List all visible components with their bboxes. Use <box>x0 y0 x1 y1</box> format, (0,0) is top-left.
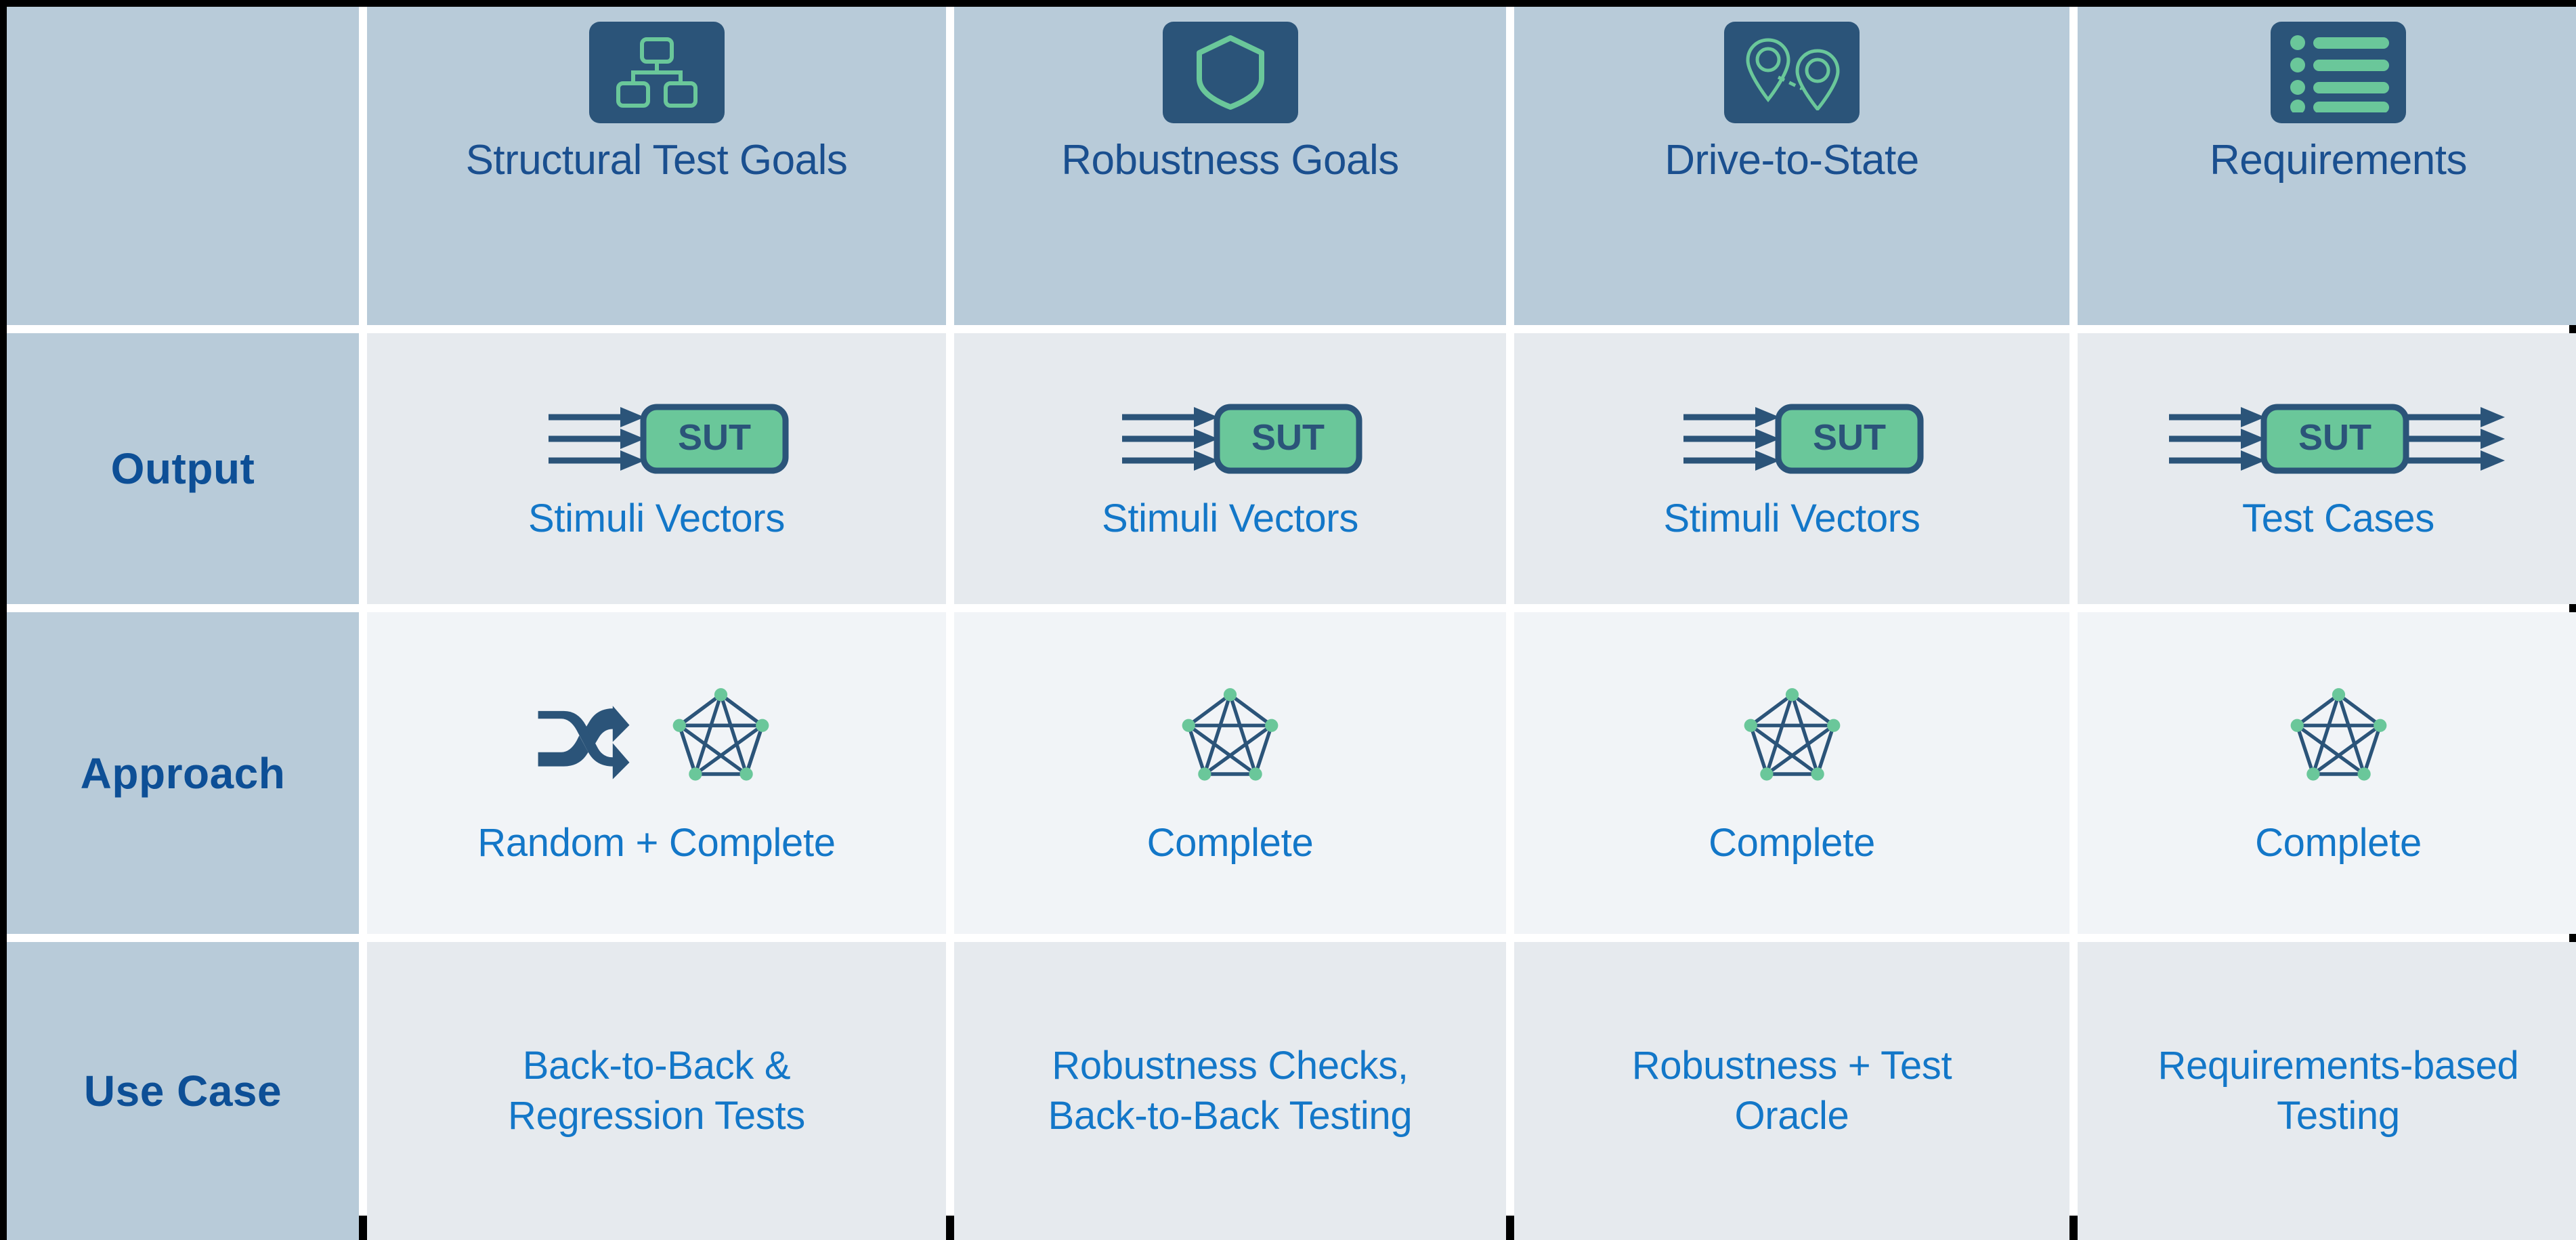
column-header-requirements: Requirements <box>2078 7 2576 325</box>
shuffle-icon <box>533 702 635 784</box>
svg-text:SUT: SUT <box>678 417 751 458</box>
row-label-text: Use Case <box>83 1067 282 1115</box>
row-label-text: Approach <box>80 748 286 798</box>
cell-use-case-drive-to-state: Robustness + Test Oracle <box>1514 942 2069 1240</box>
cell-output-robustness: SUT Stimuli Vectors <box>954 333 1506 604</box>
row-label-output: Output <box>7 333 359 604</box>
matrix-corner-cell <box>7 7 359 325</box>
comparison-matrix: Structural Test Goals Robustness Goals D… <box>0 0 2576 1240</box>
sut-block-io-icon: SUT <box>2155 395 2521 483</box>
cell-use-case-structural: Back-to-Back & Regression Tests <box>367 942 946 1240</box>
complete-graph-icon <box>1733 684 1851 803</box>
column-header-drive-to-state: Drive-to-State <box>1514 7 2069 325</box>
approach-caption: Complete <box>2255 821 2422 865</box>
cell-output-structural: SUT Stimuli Vectors <box>367 333 946 604</box>
sut-block-icon: SUT <box>1088 395 1373 483</box>
use-case-caption: Robustness Checks, Back-to-Back Testing <box>1048 1043 1413 1138</box>
approach-caption: Complete <box>1146 821 1314 865</box>
shield-icon <box>1162 22 1298 123</box>
column-header-robustness-goals: Robustness Goals <box>954 7 1506 325</box>
bullet-list-icon <box>2271 22 2406 123</box>
output-caption: Test Cases <box>2242 496 2434 540</box>
cell-use-case-robustness: Robustness Checks, Back-to-Back Testing <box>954 942 1506 1240</box>
complete-graph-icon <box>2279 684 2398 803</box>
column-header-label: Robustness Goals <box>1061 137 1399 184</box>
sut-block-icon: SUT <box>1650 395 1934 483</box>
output-caption: Stimuli Vectors <box>1101 496 1359 540</box>
cell-approach-robustness: Complete <box>954 612 1506 934</box>
cell-approach-structural: Random + Complete <box>367 612 946 934</box>
cell-output-drive-to-state: SUT Stimuli Vectors <box>1514 333 2069 604</box>
output-caption: Stimuli Vectors <box>1663 496 1920 540</box>
column-header-label: Drive-to-State <box>1665 137 1919 184</box>
hierarchy-icon <box>588 22 725 123</box>
approach-caption: Complete <box>1709 821 1875 865</box>
svg-text:SUT: SUT <box>1813 417 1886 458</box>
complete-graph-icon <box>1171 684 1289 803</box>
column-header-structural-test-goals: Structural Test Goals <box>367 7 946 325</box>
route-pins-icon <box>1724 22 1860 123</box>
svg-text:SUT: SUT <box>1251 417 1325 458</box>
use-case-caption: Requirements-based Testing <box>2158 1043 2519 1138</box>
sut-block-icon: SUT <box>515 395 799 483</box>
column-header-label: Requirements <box>2210 137 2467 184</box>
output-caption: Stimuli Vectors <box>528 496 786 540</box>
use-case-caption: Robustness + Test Oracle <box>1631 1043 1952 1138</box>
row-label-use-case: Use Case <box>7 942 359 1240</box>
row-label-text: Output <box>110 444 255 493</box>
cell-use-case-requirements: Requirements-based Testing <box>2078 942 2576 1240</box>
cell-approach-requirements: Complete <box>2078 612 2576 934</box>
approach-caption: Random + Complete <box>477 821 836 865</box>
row-label-approach: Approach <box>7 612 359 934</box>
cell-output-requirements: SUT Test Cases <box>2078 333 2576 604</box>
use-case-caption: Back-to-Back & Regression Tests <box>507 1043 805 1138</box>
complete-graph-icon <box>662 684 780 803</box>
column-header-label: Structural Test Goals <box>465 137 848 184</box>
svg-text:SUT: SUT <box>2298 417 2371 458</box>
cell-approach-drive-to-state: Complete <box>1514 612 2069 934</box>
